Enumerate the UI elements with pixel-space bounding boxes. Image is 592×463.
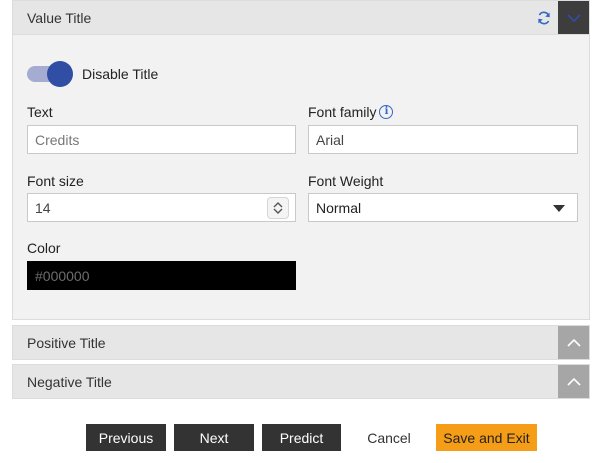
chevron-down-icon (566, 13, 581, 22)
font-size-stepper[interactable] (267, 197, 289, 219)
disable-title-label: Disable Title (82, 66, 159, 82)
value-title-heading: Value Title (27, 9, 92, 26)
predict-button[interactable]: Predict (262, 424, 341, 451)
text-label: Text (27, 104, 53, 120)
negative-title-header[interactable]: Negative Title (12, 364, 590, 399)
value-title-header[interactable]: Value Title (12, 0, 590, 35)
stepper-down-icon[interactable] (273, 208, 283, 215)
value-title-panel: Disable Title Text Credits Font family i… (12, 35, 590, 320)
next-button[interactable]: Next (174, 424, 254, 451)
chevron-up-icon (566, 377, 581, 386)
cancel-button[interactable]: Cancel (349, 424, 429, 451)
font-weight-select[interactable]: Normal (308, 193, 578, 222)
disable-title-toggle[interactable] (27, 61, 73, 87)
positive-title-header[interactable]: Positive Title (12, 325, 590, 360)
font-family-label: Font family i (308, 104, 394, 120)
disable-title-row: Disable Title (27, 61, 158, 87)
stepper-up-icon[interactable] (273, 201, 283, 208)
previous-button[interactable]: Previous (86, 424, 166, 451)
expand-positive-title-button[interactable] (558, 326, 589, 359)
collapse-value-title-button[interactable] (558, 1, 589, 34)
expand-negative-title-button[interactable] (558, 365, 589, 398)
refresh-icon[interactable] (530, 1, 558, 34)
color-label: Color (27, 240, 61, 256)
color-input[interactable]: #000000 (27, 261, 296, 290)
positive-title-heading: Positive Title (27, 334, 106, 351)
caret-down-icon (553, 205, 565, 212)
font-size-input[interactable]: 14 (27, 193, 296, 222)
negative-title-heading: Negative Title (27, 373, 112, 390)
chevron-up-icon (566, 338, 581, 347)
font-weight-label: Font Weight (308, 173, 384, 189)
font-size-label: Font size (27, 173, 84, 189)
info-icon[interactable]: i (379, 105, 394, 119)
font-family-input[interactable]: Arial (308, 125, 578, 154)
save-and-exit-button[interactable]: Save and Exit (436, 424, 537, 451)
text-input[interactable]: Credits (27, 125, 296, 154)
